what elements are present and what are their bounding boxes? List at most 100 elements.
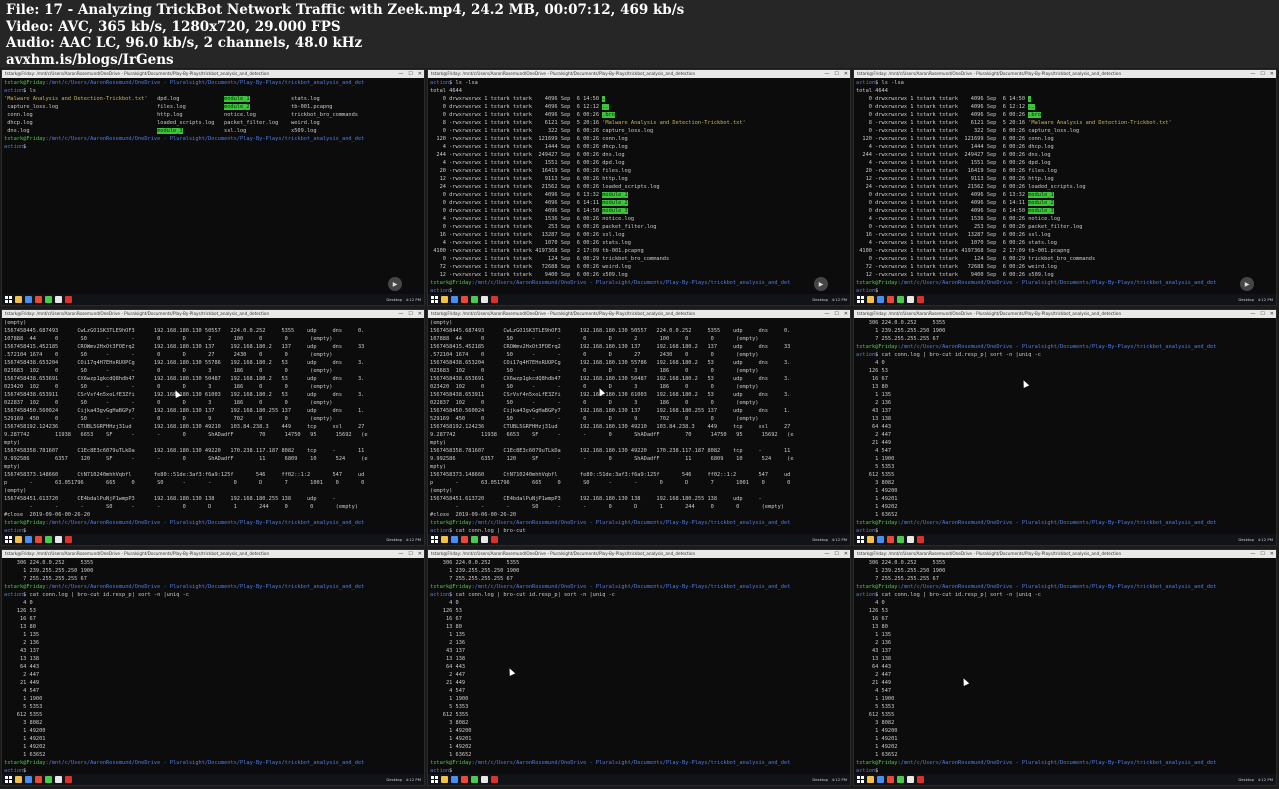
file-explorer-icon[interactable] xyxy=(15,296,22,303)
play-overlay-icon[interactable]: ▶ xyxy=(388,277,402,291)
video-thumbnail-2[interactable]: tstark@Friday: /mnt/c/Users/AaronRosemun… xyxy=(427,69,851,306)
vlc-icon[interactable] xyxy=(35,536,42,543)
app-icon[interactable] xyxy=(917,296,924,303)
maximize-icon[interactable]: ☐ xyxy=(834,310,838,318)
desktop-label[interactable]: Desktop xyxy=(1238,534,1254,545)
terminal-output[interactable]: 306 224.0.0.252 5355 1 239.255.255.250 1… xyxy=(430,559,848,774)
chrome-icon[interactable] xyxy=(451,536,458,543)
vlc-icon[interactable] xyxy=(887,536,894,543)
notepad-icon[interactable] xyxy=(907,776,914,783)
terminal-icon[interactable] xyxy=(45,536,52,543)
terminal-icon[interactable] xyxy=(897,776,904,783)
minimize-icon[interactable]: — xyxy=(1250,70,1255,78)
notepad-icon[interactable] xyxy=(481,776,488,783)
maximize-icon[interactable]: ☐ xyxy=(834,550,838,558)
file-explorer-icon[interactable] xyxy=(867,296,874,303)
vlc-icon[interactable] xyxy=(461,776,468,783)
windows-start-icon[interactable] xyxy=(431,296,438,303)
minimize-icon[interactable]: — xyxy=(398,310,403,318)
app-icon[interactable] xyxy=(65,296,72,303)
close-icon[interactable]: ✕ xyxy=(844,70,848,78)
terminal-icon[interactable] xyxy=(45,296,52,303)
video-thumbnail-7[interactable]: tstark@Friday: /mnt/c/Users/AaronRosemun… xyxy=(1,549,425,786)
windows-start-icon[interactable] xyxy=(5,296,12,303)
windows-start-icon[interactable] xyxy=(857,296,864,303)
vlc-icon[interactable] xyxy=(35,776,42,783)
windows-start-icon[interactable] xyxy=(431,776,438,783)
video-thumbnail-5[interactable]: tstark@Friday: /mnt/c/Users/AaronRosemun… xyxy=(427,309,851,546)
windows-start-icon[interactable] xyxy=(5,776,12,783)
desktop-label[interactable]: Desktop xyxy=(386,774,402,785)
desktop-label[interactable]: Desktop xyxy=(1238,774,1254,785)
windows-start-icon[interactable] xyxy=(5,536,12,543)
file-explorer-icon[interactable] xyxy=(441,776,448,783)
terminal-output[interactable]: action$ ls -lsa total 4644 0 drwxrwxrwx 1… xyxy=(856,79,1274,294)
terminal-output[interactable]: 306 224.0.0.252 5355 1 239.255.255.250 1… xyxy=(4,559,422,774)
close-icon[interactable]: ✕ xyxy=(1270,70,1274,78)
file-explorer-icon[interactable] xyxy=(441,296,448,303)
video-thumbnail-4[interactable]: tstark@Friday: /mnt/c/Users/AaronRosemun… xyxy=(1,309,425,546)
notepad-icon[interactable] xyxy=(907,536,914,543)
video-thumbnail-9[interactable]: tstark@Friday: /mnt/c/Users/AaronRosemun… xyxy=(853,549,1277,786)
app-icon[interactable] xyxy=(65,536,72,543)
maximize-icon[interactable]: ☐ xyxy=(408,70,412,78)
terminal-output[interactable]: (empty) 1567458445.687493 CwLzGO1SK3TLE9h… xyxy=(4,319,422,534)
notepad-icon[interactable] xyxy=(481,536,488,543)
app-icon[interactable] xyxy=(917,536,924,543)
close-icon[interactable]: ✕ xyxy=(1270,310,1274,318)
minimize-icon[interactable]: — xyxy=(398,70,403,78)
vlc-icon[interactable] xyxy=(887,776,894,783)
chrome-icon[interactable] xyxy=(877,536,884,543)
desktop-label[interactable]: Desktop xyxy=(812,294,828,305)
terminal-output[interactable]: 306 224.0.0.252 5355 1 239.255.255.250 1… xyxy=(856,319,1274,534)
terminal-icon[interactable] xyxy=(471,776,478,783)
windows-start-icon[interactable] xyxy=(857,536,864,543)
close-icon[interactable]: ✕ xyxy=(418,550,422,558)
play-overlay-icon[interactable]: ▶ xyxy=(1240,277,1254,291)
chrome-icon[interactable] xyxy=(451,776,458,783)
file-explorer-icon[interactable] xyxy=(15,536,22,543)
play-overlay-icon[interactable]: ▶ xyxy=(814,277,828,291)
minimize-icon[interactable]: — xyxy=(824,550,829,558)
maximize-icon[interactable]: ☐ xyxy=(408,550,412,558)
minimize-icon[interactable]: — xyxy=(1250,550,1255,558)
notepad-icon[interactable] xyxy=(907,296,914,303)
file-explorer-icon[interactable] xyxy=(441,536,448,543)
windows-start-icon[interactable] xyxy=(857,776,864,783)
close-icon[interactable]: ✕ xyxy=(844,550,848,558)
close-icon[interactable]: ✕ xyxy=(418,70,422,78)
app-icon[interactable] xyxy=(917,776,924,783)
desktop-label[interactable]: Desktop xyxy=(812,774,828,785)
terminal-output[interactable]: 306 224.0.0.252 5355 1 239.255.255.250 1… xyxy=(856,559,1274,774)
chrome-icon[interactable] xyxy=(25,296,32,303)
minimize-icon[interactable]: — xyxy=(1250,310,1255,318)
chrome-icon[interactable] xyxy=(877,776,884,783)
desktop-label[interactable]: Desktop xyxy=(386,534,402,545)
chrome-icon[interactable] xyxy=(25,536,32,543)
video-thumbnail-1[interactable]: tstark@Friday: /mnt/c/Users/AaronRosemun… xyxy=(1,69,425,306)
desktop-label[interactable]: Desktop xyxy=(812,534,828,545)
notepad-icon[interactable] xyxy=(55,536,62,543)
terminal-output[interactable]: tstark@Friday:/mnt/c/Users/AaronRosemund… xyxy=(4,79,422,294)
minimize-icon[interactable]: — xyxy=(824,70,829,78)
minimize-icon[interactable]: — xyxy=(824,310,829,318)
desktop-label[interactable]: Desktop xyxy=(1238,294,1254,305)
app-icon[interactable] xyxy=(491,776,498,783)
terminal-output[interactable]: (empty) 1567458445.687493 CwLzGO1SK3TLE9h… xyxy=(430,319,848,534)
terminal-icon[interactable] xyxy=(45,776,52,783)
terminal-output[interactable]: action$ ls -lsa total 4644 0 drwxrwxrwx 1… xyxy=(430,79,848,294)
file-explorer-icon[interactable] xyxy=(15,776,22,783)
vlc-icon[interactable] xyxy=(887,296,894,303)
terminal-icon[interactable] xyxy=(471,536,478,543)
close-icon[interactable]: ✕ xyxy=(844,310,848,318)
maximize-icon[interactable]: ☐ xyxy=(834,70,838,78)
vlc-icon[interactable] xyxy=(461,536,468,543)
video-thumbnail-8[interactable]: tstark@Friday: /mnt/c/Users/AaronRosemun… xyxy=(427,549,851,786)
maximize-icon[interactable]: ☐ xyxy=(1260,310,1264,318)
chrome-icon[interactable] xyxy=(451,296,458,303)
maximize-icon[interactable]: ☐ xyxy=(1260,70,1264,78)
vlc-icon[interactable] xyxy=(461,296,468,303)
chrome-icon[interactable] xyxy=(25,776,32,783)
file-explorer-icon[interactable] xyxy=(867,536,874,543)
minimize-icon[interactable]: — xyxy=(398,550,403,558)
